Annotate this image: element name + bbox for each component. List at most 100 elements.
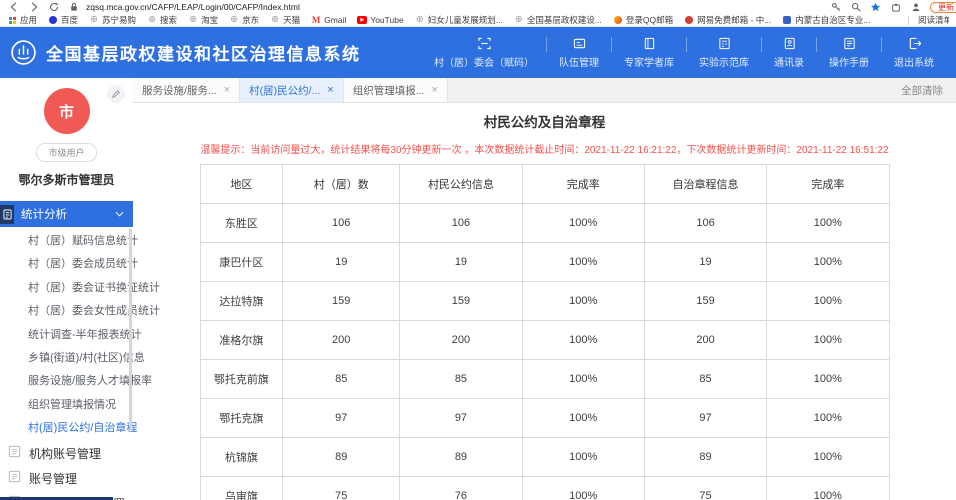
header-menu-item[interactable]: 实验示范库 [687,37,761,69]
avatar: 市 [44,88,90,134]
tab-item[interactable]: 组织管理填报... × [344,78,448,102]
notice-text: 温馨提示：当前访问量过大，统计结果将每30分钟更新一次 ，本次数据统计截止时间：… [133,141,956,156]
bookmark-item[interactable]: ⊕搜索 [147,14,177,26]
reload-icon[interactable] [48,2,59,13]
sidebar-item[interactable]: 账号管理 [0,466,133,491]
bookmark-item[interactable]: ⊕淘宝 [188,14,218,26]
page-title: 村民公约及自治章程 [133,111,956,131]
bookmark-item[interactable]: 登录QQ邮箱 [613,14,673,26]
bookmark-item[interactable]: 网易免费邮箱 - 中... [684,14,771,26]
back-icon[interactable] [8,2,19,13]
column-header: 村（居）数 [283,165,400,204]
sidebar-item[interactable]: 组织管理填报情况 [0,394,133,417]
header-menu-item[interactable]: 队伍管理 [547,37,611,69]
tab-bar: 服务设施/服务...×村(居)民公约/...×组织管理填报...× 全部清除 [133,78,956,103]
header-menu-item[interactable]: 村（居）委会（赋码） [422,37,546,69]
bookmark-label: YouTube [370,15,403,25]
sidebar-item[interactable]: 统计调查-半年报表统计 [0,324,133,347]
sidebar-item[interactable]: 乡镇(街道)/村(社区)信息 [0,347,133,370]
bookmark-item[interactable]: ⊕天猫 [270,14,300,26]
bookmarks-bar-right: 阅读清单 [902,14,949,26]
bookmark-star-icon[interactable] [870,2,881,13]
menu-item-label: 通讯录 [774,54,804,69]
tab-item-active[interactable]: 村(居)民公约/...× [240,78,344,102]
globe-icon: ⊕ [514,15,524,25]
bookmark-label: 网易免费邮箱 - 中... [697,14,771,26]
sidebar-scrollbar[interactable] [129,228,132,428]
bookmark-item[interactable]: ⊕京东 [229,14,259,26]
table-cell: 100% [522,321,644,360]
urlbar-actions: 更新 [830,2,948,13]
close-icon[interactable]: × [224,85,230,96]
table-cell: 100% [767,399,889,438]
chrome-update-button[interactable]: 更新 [930,2,956,13]
globe-icon: ⊕ [147,15,157,25]
bookmark-item[interactable]: 内蒙古自治区专业... [782,14,870,26]
extensions-puzzle-icon[interactable] [890,2,901,13]
bookmark-label: 登录QQ邮箱 [626,14,673,26]
sidebar-item[interactable]: 服务设施/服务人才填报率 [0,370,133,393]
user-level-badge: 市级用户 [36,143,96,162]
header-menu-item[interactable]: 退出系统 [882,37,946,69]
favicon-dot [48,15,58,25]
table-cell: 100% [767,282,889,321]
sidebar-item[interactable]: 村（居）委会证书换证统计 [0,277,133,300]
header-menu-item[interactable]: 通讯录 [762,37,816,69]
tab-label: 服务设施/服务... [142,83,217,98]
bookmark-item[interactable]: ⊕妇女儿童发展规划... [415,14,503,26]
table-cell: 200 [283,321,400,360]
bookmark-item[interactable]: ⊕苏宁易购 [89,14,136,26]
profile-icon[interactable] [910,2,921,13]
clear-all-tabs-button[interactable]: 全部清除 [901,83,956,98]
app-title: 全国基层政权建设和社区治理信息系统 [46,40,361,65]
header-menu-item[interactable]: 操作手册 [817,37,881,69]
sidebar-bottom-items: 机构账号管理账号管理村（居）机构设置 [0,441,133,500]
menu-item-label: 队伍管理 [559,54,599,69]
header-menu-item[interactable]: 专家学者库 [612,37,686,69]
bookmark-item[interactable]: ⊕全国基层政权建设... [514,14,602,26]
close-icon[interactable]: × [431,85,437,96]
edit-profile-button[interactable] [107,85,125,103]
bookmark-item[interactable]: 应用 [7,14,37,26]
table-cell: 97 [644,399,766,438]
menu-item-label: 退出系统 [894,54,934,69]
sidebar-group-statistics[interactable]: 统计分析 [0,201,133,227]
url-text[interactable]: zqsq.mca.gov.cn/CAFP/LEAP/Login/00/CAFP/… [86,2,300,12]
sidebar-item-active[interactable]: 村(居)民公约/自治章程 [0,417,133,440]
main-panel: 村民公约及自治章程 温馨提示：当前访问量过大，统计结果将每30分钟更新一次 ，本… [133,103,956,500]
globe-icon: ⊕ [188,15,198,25]
bookmark-item[interactable]: 百度 [48,14,78,26]
tab-item[interactable]: 服务设施/服务... × [133,78,240,102]
table-cell: 100% [767,438,889,477]
pencil-icon [111,89,121,99]
reading-list-button[interactable]: 阅读清单 [915,14,949,26]
zoom-icon[interactable] [850,2,861,13]
header-menu: 村（居）委会（赋码） 队伍管理专家学者库实验示范库通讯录操作手册退出系统 [422,27,956,78]
app-body: 市 市级用户 鄂尔多斯市管理员 统计分析 村（居）赋码信息统计村（居）委会成员统… [0,78,956,500]
forward-icon[interactable] [28,2,39,13]
bookmark-label: 应用 [20,14,37,26]
table-cell: 85 [283,360,400,399]
report-table: 地区村（居）数村民公约信息完成率自治章程信息完成率 东胜区106106100%1… [200,164,890,500]
table-body: 东胜区106106100%106100%康巴什区1919100%19100%达拉… [200,204,889,500]
sidebar-item[interactable]: 机构账号管理 [0,441,133,466]
table-cell: 200 [400,321,522,360]
table-row: 乌审旗7576100%75100% [200,477,889,500]
bookmarks-bar: 应用 百度 ⊕苏宁易购 ⊕搜索 ⊕淘宝 ⊕京东 ⊕天猫 MGmail ▶YouTube ⊕妇女儿童… [0,14,956,27]
key-icon[interactable] [830,2,841,13]
close-icon[interactable]: × [327,85,333,96]
bookmark-label: 百度 [61,14,78,26]
sidebar-item[interactable]: 村（居）赋码信息统计 [0,230,133,253]
statistics-icon [0,205,14,224]
table-cell: 75 [283,477,400,500]
sidebar-item[interactable]: 村（居）委会女性成员统计 [0,300,133,323]
bookmark-item[interactable]: ▶YouTube [357,15,403,25]
sidebar-item[interactable]: 村（居）委会成员统计 [0,253,133,276]
bookmark-item[interactable]: MGmail [311,15,346,25]
table-cell: 97 [400,399,522,438]
table-cell: 89 [400,438,522,477]
globe-icon: ⊕ [229,15,239,25]
table-cell: 85 [644,360,766,399]
column-header: 完成率 [522,165,644,204]
tab-label: 组织管理填报... [353,83,425,98]
